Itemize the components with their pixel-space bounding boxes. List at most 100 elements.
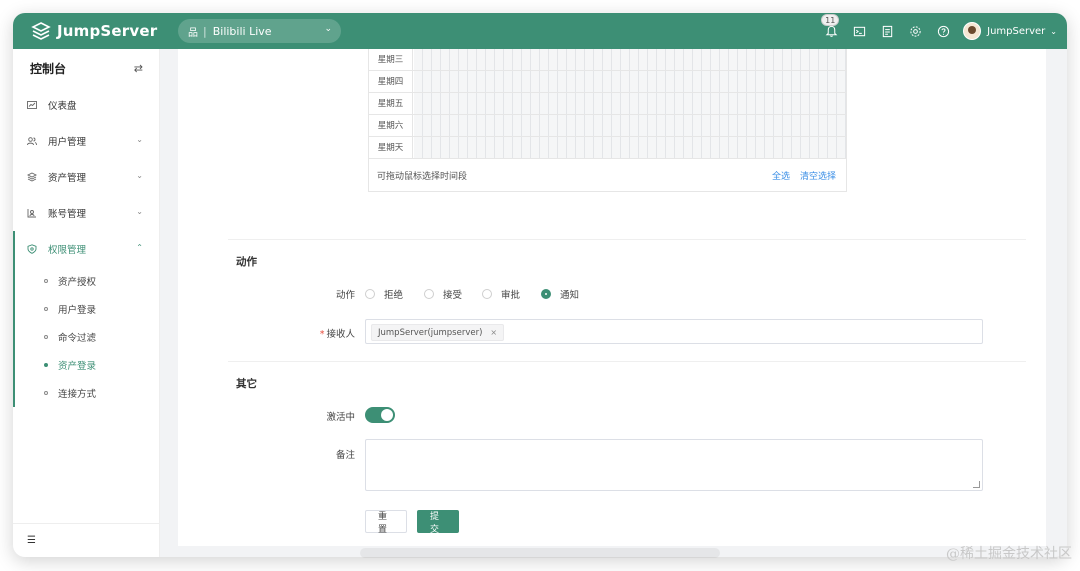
help-icon[interactable]: [929, 13, 957, 49]
comment-textarea[interactable]: [365, 439, 983, 491]
section-divider: [228, 239, 1026, 240]
main-form-card: 星期三 星期四 星期五 星期六 星期天 可拖动鼠标选择时间段 全选 清空选择 动…: [178, 49, 1046, 546]
top-bar: JumpServer 品 | Bilibili Live ⌄ 11 JumpSe…: [13, 13, 1067, 49]
bullet-icon: [44, 307, 48, 311]
dashboard-icon: [27, 100, 37, 110]
submit-button[interactable]: 提交: [417, 510, 459, 535]
day-label: 星期六: [369, 115, 413, 137]
grid-row: 星期天: [369, 137, 846, 159]
sidebar-item-assets[interactable]: 资产管理 ⌄: [13, 159, 159, 195]
org-icon: 品: [188, 27, 198, 39]
section-divider: [228, 361, 1026, 362]
sidebar-subitem-command-filter[interactable]: 命令过滤: [13, 323, 159, 351]
action-label: 动作: [335, 290, 355, 301]
radio-label: 通知: [560, 290, 580, 301]
receiver-label-text: 接收人: [326, 329, 355, 340]
assets-icon: [27, 172, 37, 182]
active-toggle[interactable]: [365, 407, 395, 423]
org-selector[interactable]: 品 | Bilibili Live ⌄: [178, 19, 341, 43]
org-separator: |: [203, 24, 207, 38]
sidebar-item-label: 权限管理: [48, 245, 87, 256]
app-window: JumpServer 品 | Bilibili Live ⌄ 11 JumpSe…: [13, 13, 1067, 557]
scroll-shadow: [360, 548, 720, 558]
sidebar-subitem-user-login[interactable]: 用户登录: [13, 295, 159, 323]
comment-label: 备注: [335, 450, 355, 461]
radio-label: 接受: [443, 290, 463, 301]
bullet-icon: [44, 335, 48, 339]
radio-circle: [541, 289, 551, 299]
radio-circle: [424, 289, 434, 299]
permissions-submenu: 资产授权 用户登录 命令过滤 资产登录 连接方式: [13, 231, 159, 407]
terminal-icon[interactable]: [845, 13, 873, 49]
day-label: 星期三: [369, 49, 413, 71]
sidebar-subitem-label: 用户登录: [58, 305, 97, 316]
radio-review[interactable]: 审批: [482, 287, 520, 301]
grid-footer: 可拖动鼠标选择时间段 全选 清空选择: [369, 159, 846, 191]
watermark: @稀土掘金技术社区: [946, 546, 1072, 562]
radio-notify[interactable]: 通知: [541, 287, 579, 301]
sidebar-item-dashboard[interactable]: 仪表盘: [13, 87, 159, 123]
time-cells[interactable]: [414, 49, 846, 70]
grid-row: 星期三: [369, 49, 846, 71]
sidebar-item-users[interactable]: 用户管理 ⌄: [13, 123, 159, 159]
tag-close-icon[interactable]: ×: [490, 328, 497, 337]
settings-icon[interactable]: [901, 13, 929, 49]
radio-accept[interactable]: 接受: [424, 287, 462, 301]
sidebar-subitem-label: 连接方式: [58, 389, 97, 400]
sidebar-subitem-asset-permission[interactable]: 资产授权: [13, 267, 159, 295]
users-icon: [27, 136, 37, 146]
sidebar-item-label: 仪表盘: [48, 101, 77, 112]
header-actions: 11 JumpServer ⌄: [817, 13, 1067, 49]
logo[interactable]: JumpServer: [31, 20, 157, 42]
receiver-tag-text: JumpServer(jumpserver): [378, 327, 483, 338]
bullet-icon: [44, 279, 48, 283]
chevron-down-icon: ⌄: [1050, 26, 1057, 36]
active-indicator: [13, 231, 15, 407]
bell-icon[interactable]: 11: [817, 13, 845, 49]
logo-text: JumpServer: [57, 22, 158, 40]
username: JumpServer: [987, 25, 1046, 37]
sidebar-item-label: 资产管理: [48, 173, 87, 184]
active-label: 激活中: [326, 412, 355, 423]
sidebar-subitem-connect-method[interactable]: 连接方式: [13, 379, 159, 407]
radio-circle: [365, 289, 375, 299]
required-mark: *: [319, 329, 325, 340]
reset-button[interactable]: 重置: [365, 510, 407, 535]
receiver-select[interactable]: JumpServer(jumpserver) ×: [365, 319, 983, 344]
sidebar-collapse-button[interactable]: ☰: [13, 523, 159, 557]
section-title-other: 其它: [236, 378, 257, 390]
avatar: [963, 22, 982, 40]
chevron-down-icon: ⌄: [136, 135, 143, 144]
ticket-icon[interactable]: [873, 13, 901, 49]
time-cells[interactable]: [414, 71, 846, 92]
radio-label: 拒绝: [384, 290, 404, 301]
sidebar-title: 控制台: [30, 61, 67, 76]
sidebar-item-accounts[interactable]: 账号管理 ⌄: [13, 195, 159, 231]
radio-label: 审批: [501, 290, 521, 301]
time-cells[interactable]: [414, 137, 846, 158]
swap-icon[interactable]: ⇄: [134, 62, 143, 75]
section-title-action: 动作: [236, 256, 257, 268]
time-cells[interactable]: [414, 93, 846, 114]
select-all-link[interactable]: 全选: [772, 169, 790, 182]
bullet-icon: [44, 391, 48, 395]
grid-row: 星期四: [369, 71, 846, 93]
sidebar-subitem-asset-login[interactable]: 资产登录: [13, 351, 159, 379]
chevron-down-icon: ⌄: [136, 207, 143, 216]
clear-selection-link[interactable]: 清空选择: [800, 169, 836, 182]
time-period-grid: 星期三 星期四 星期五 星期六 星期天 可拖动鼠标选择时间段 全选 清空选择: [368, 49, 847, 192]
bullet-icon: [44, 363, 48, 367]
time-cells[interactable]: [414, 115, 846, 136]
grid-hint: 可拖动鼠标选择时间段: [377, 172, 468, 182]
user-menu[interactable]: JumpServer ⌄: [963, 22, 1057, 40]
receiver-tag: JumpServer(jumpserver) ×: [371, 324, 505, 341]
day-label: 星期四: [369, 71, 413, 93]
sidebar: 控制台 ⇄ 仪表盘 用户管理 ⌄ 资产管理 ⌄ 账号管理 ⌄ 权限管理 ⌃ 资产…: [13, 49, 160, 557]
radio-reject[interactable]: 拒绝: [365, 287, 403, 301]
grid-row: 星期六: [369, 115, 846, 137]
sidebar-item-permissions[interactable]: 权限管理 ⌃: [13, 231, 159, 267]
chevron-down-icon: ⌄: [324, 24, 332, 34]
receiver-label: * 接收人: [295, 326, 355, 340]
collapse-menu-icon: ☰: [27, 535, 36, 546]
notification-badge: 11: [821, 14, 840, 26]
